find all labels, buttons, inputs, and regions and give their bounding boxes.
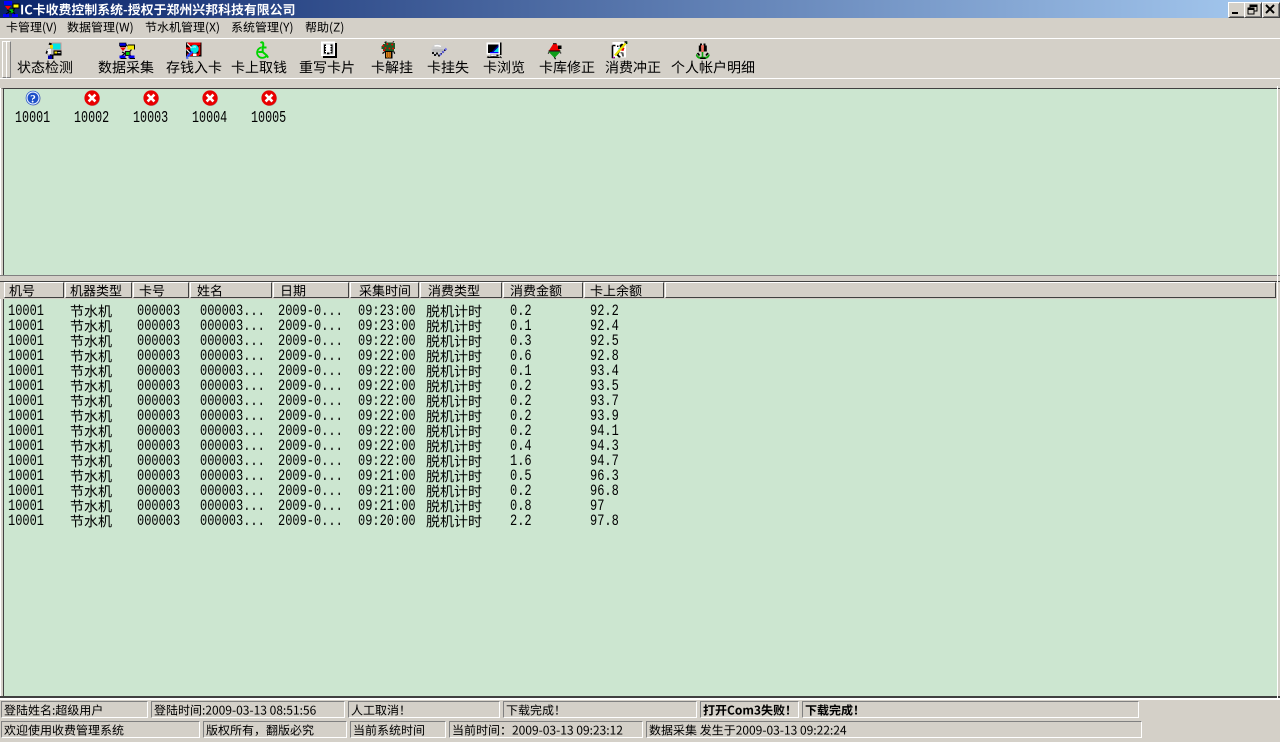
svg-text:?: ? [30,93,36,105]
